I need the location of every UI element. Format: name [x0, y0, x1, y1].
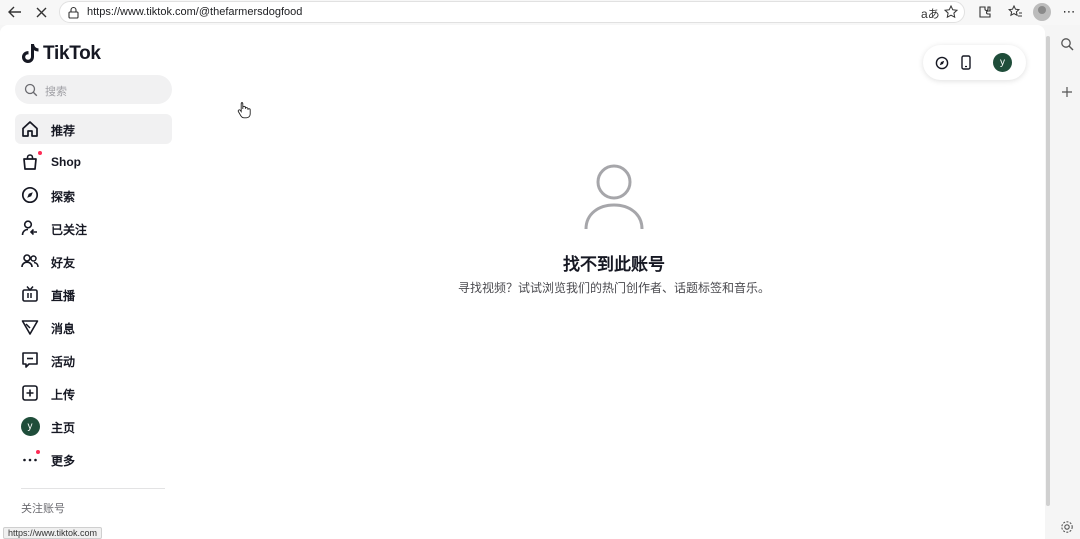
shopping-bag-icon — [20, 152, 40, 172]
sidebar-item-label: 消息 — [51, 322, 76, 336]
upload-plus-icon — [20, 383, 40, 403]
favorite-star-icon[interactable] — [944, 5, 958, 19]
notification-dot — [38, 151, 42, 155]
activity-icon — [20, 350, 40, 370]
sidebar-item-label: 推荐 — [51, 124, 76, 138]
compass-icon — [20, 185, 40, 205]
read-aloud-icon[interactable]: aあ — [921, 5, 940, 22]
browser-toolbar: https://www.tiktok.com/@thefarmersdogfoo… — [0, 0, 1080, 25]
top-right-toolbar: y — [923, 45, 1026, 80]
home-icon — [20, 119, 40, 139]
stop-loading-button[interactable] — [31, 3, 51, 21]
avatar: y — [993, 53, 1012, 72]
following-accounts-heading: 关注账号 — [21, 503, 65, 515]
sidebar-item-label: 活动 — [51, 355, 76, 369]
extensions-icon[interactable] — [976, 3, 994, 21]
tiktok-logo[interactable]: TikTok — [21, 42, 101, 66]
browser-side-rail — [1052, 25, 1080, 539]
settings-gear-icon[interactable] — [1060, 520, 1074, 534]
link-status-tooltip: https://www.tiktok.com — [3, 527, 103, 539]
mobile-app-icon[interactable] — [957, 54, 974, 71]
notification-dot — [36, 450, 40, 454]
compass-icon[interactable] — [933, 54, 950, 71]
scrollbar[interactable] — [1046, 36, 1050, 506]
address-bar[interactable]: https://www.tiktok.com/@thefarmersdogfoo… — [59, 1, 965, 23]
sidebar-item-label: 探索 — [51, 190, 76, 204]
search-input[interactable]: 搜索 — [15, 75, 172, 104]
following-icon — [20, 218, 40, 238]
sidebar-item-label: Shop — [51, 155, 81, 169]
sidebar-item-more[interactable]: 更多 — [15, 444, 172, 474]
sidebar-item-messages[interactable]: 消息 — [15, 312, 172, 342]
more-options-icon[interactable]: ⋯ — [1060, 3, 1078, 21]
send-icon — [20, 317, 40, 337]
back-arrow-icon — [8, 6, 21, 18]
sidebar-item-upload[interactable]: 上传 — [15, 378, 172, 408]
sidebar-divider — [21, 488, 165, 489]
avatar: y — [20, 416, 40, 436]
search-icon[interactable] — [1060, 37, 1074, 51]
lock-icon — [68, 6, 79, 19]
sidebar-item-recommended[interactable]: 推荐 — [15, 114, 172, 144]
sidebar-item-label: 已关注 — [51, 223, 88, 237]
back-button[interactable] — [5, 3, 25, 21]
sidebar-item-label: 上传 — [51, 388, 76, 402]
url-text: https://www.tiktok.com/@thefarmersdogfoo… — [87, 6, 303, 18]
tiktok-note-icon — [22, 44, 39, 63]
favorites-icon[interactable] — [1006, 3, 1024, 21]
sidebar-item-shop[interactable]: Shop — [15, 147, 172, 177]
sidebar-item-following[interactable]: 已关注 — [15, 213, 172, 243]
hand-cursor-icon — [237, 102, 251, 119]
search-icon — [24, 83, 38, 97]
add-icon[interactable] — [1060, 85, 1074, 99]
logo-text: TikTok — [43, 43, 101, 64]
close-icon — [36, 7, 46, 17]
account-not-found-title: 找不到此账号 — [563, 255, 665, 274]
account-not-found-subtitle: 寻找视频？试试浏览我们的热门创作者、话题标签和音乐。 — [457, 281, 770, 295]
sidebar-item-label: 主页 — [51, 421, 76, 435]
user-placeholder-icon — [584, 164, 644, 230]
sidebar-item-label: 更多 — [51, 454, 76, 468]
profile-avatar-button[interactable]: y — [993, 53, 1012, 72]
sidebar-item-activity[interactable]: 活动 — [15, 345, 172, 375]
search-placeholder: 搜索 — [45, 86, 67, 98]
browser-profile-avatar[interactable] — [1033, 3, 1051, 21]
sidebar-item-profile[interactable]: y 主页 — [15, 411, 172, 441]
sidebar-item-explore[interactable]: 探索 — [15, 180, 172, 210]
